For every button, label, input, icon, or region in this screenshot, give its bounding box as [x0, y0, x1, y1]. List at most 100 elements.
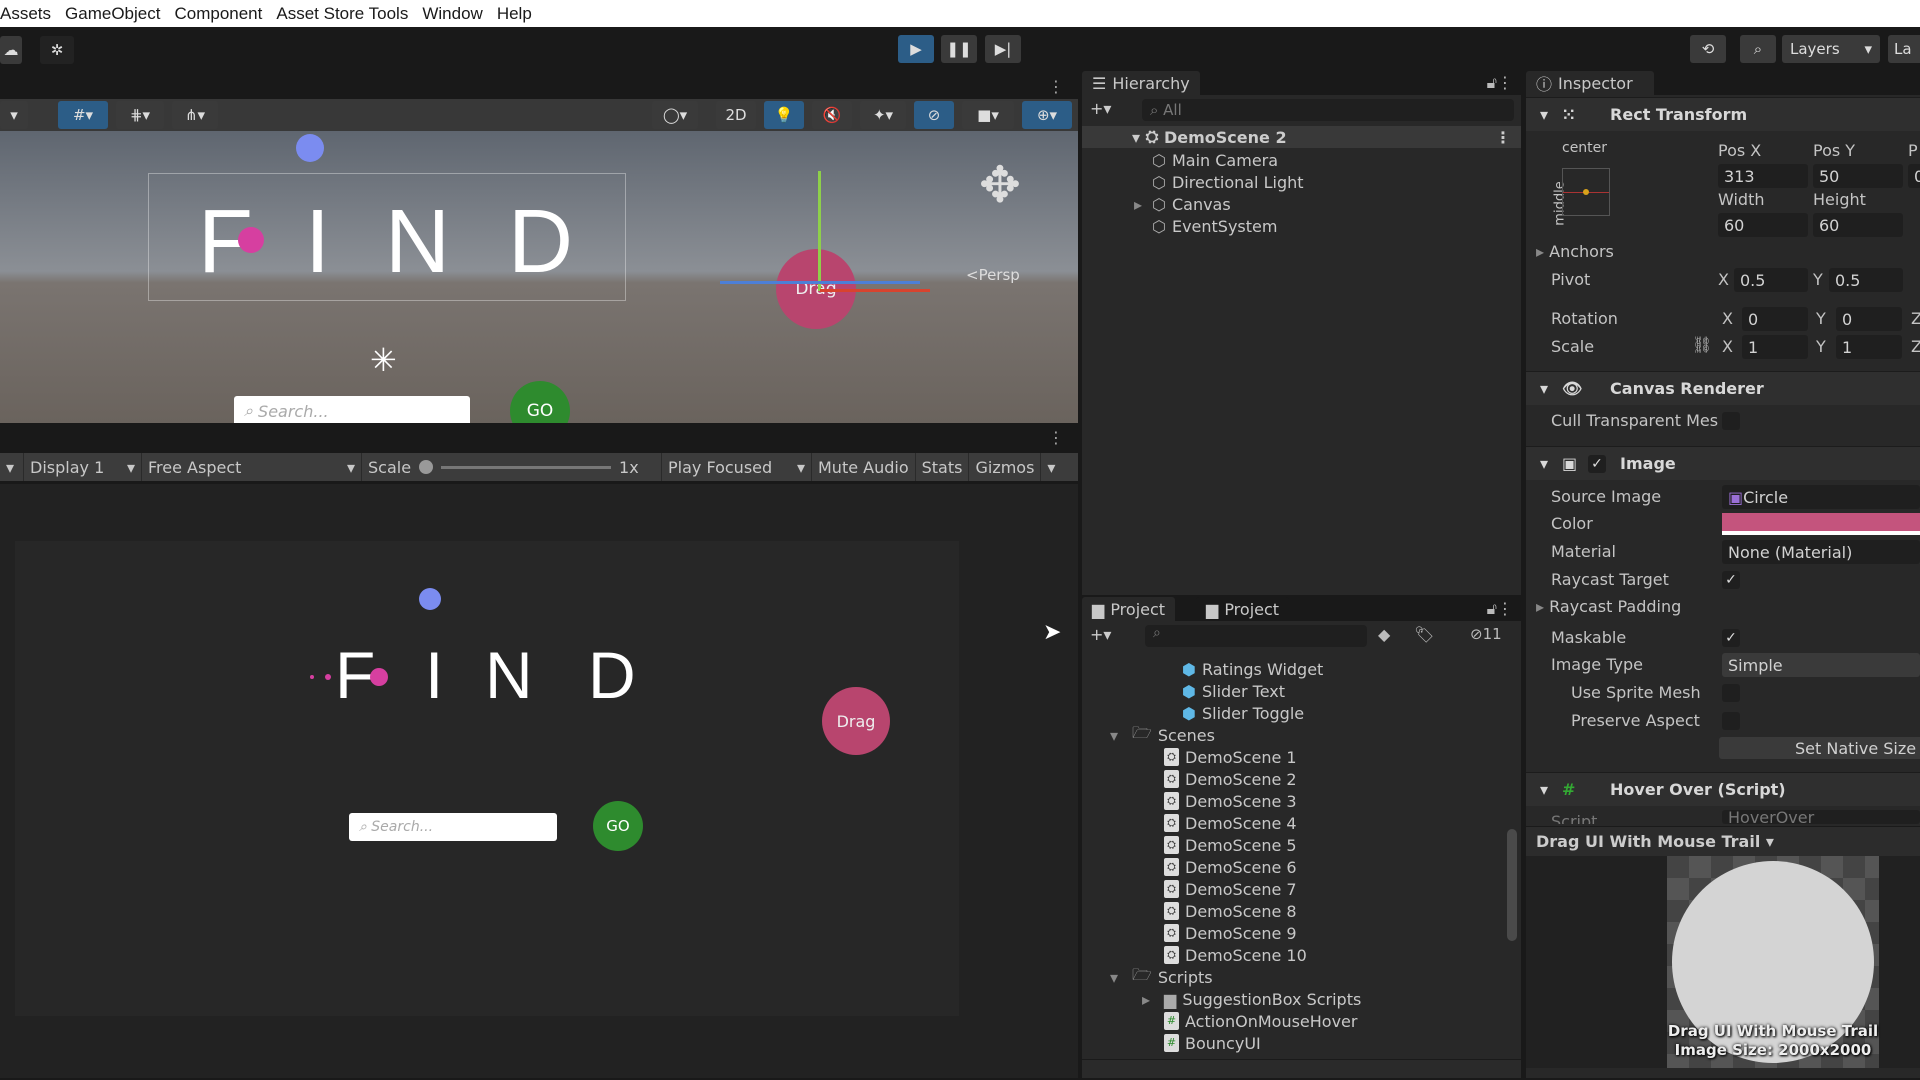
lock-icon[interactable]: 🔓︎ — [1487, 599, 1497, 619]
grid-snap-icon[interactable]: #▾ — [58, 101, 108, 129]
use-sprite-mesh-checkbox[interactable] — [1722, 684, 1740, 702]
collab-icon[interactable]: ✲ — [40, 36, 74, 64]
more-options-icon[interactable]: ⋮ — [1497, 73, 1513, 92]
constrain-proportions-icon[interactable]: ⛓ — [1692, 335, 1712, 354]
grid-visibility-icon[interactable]: ⋔▾ — [172, 101, 218, 129]
preview-header[interactable]: Drag UI With Mouse Trail ▾ — [1526, 826, 1920, 856]
effects-icon[interactable]: ✦▾ — [860, 101, 906, 129]
menu-component[interactable]: Component — [167, 4, 269, 24]
collapse-arrow-icon[interactable]: ▾ — [1110, 968, 1132, 987]
rect-transform-header[interactable]: ▾ ⁙ Rect Transform — [1526, 97, 1920, 131]
image-header[interactable]: ▾ ▣ ✓ Image — [1526, 446, 1920, 480]
project-item[interactable]: ⛭ DemoScene 4 — [1164, 812, 1297, 834]
project-item[interactable]: ▾ 🗁︎ Scripts — [1110, 965, 1213, 988]
project-item[interactable]: ⛭ DemoScene 2 — [1164, 768, 1297, 790]
material-field[interactable]: None (Material) — [1722, 540, 1920, 564]
perspective-label[interactable]: <Persp — [966, 266, 1020, 284]
expand-arrow-icon[interactable]: ▸ — [1134, 195, 1152, 214]
snap-increment-icon[interactable]: ⋕▾ — [116, 101, 164, 129]
go-button[interactable]: GO — [593, 801, 643, 851]
draw-mode-dropdown[interactable]: ▾ — [0, 101, 28, 129]
gizmos-button[interactable]: Gizmos — [969, 453, 1042, 481]
scrollbar[interactable] — [1506, 659, 1518, 1059]
shading-mode-dropdown[interactable]: ◯▾ — [652, 101, 698, 129]
cull-checkbox[interactable] — [1722, 412, 1740, 430]
pause-button[interactable]: ❚❚ — [941, 35, 977, 63]
search-icon[interactable]: ⌕ — [1740, 35, 1776, 63]
rotation-y-field[interactable]: 0 — [1836, 307, 1902, 331]
hierarchy-item[interactable]: ▸ ⬡ Canvas — [1134, 193, 1231, 215]
more-options-icon[interactable]: ⋮ — [1495, 128, 1511, 147]
drag-button[interactable]: Drag — [822, 687, 890, 755]
game-dropdown[interactable]: ▾ — [0, 453, 24, 481]
more-options-icon[interactable]: ⋮ — [1048, 428, 1064, 447]
tab-hierarchy[interactable]: ☰ Hierarchy — [1082, 71, 1200, 95]
canvas-renderer-header[interactable]: ▾ 👁︎ Canvas Renderer — [1526, 371, 1920, 405]
hierarchy-item[interactable]: ⬡ Main Camera — [1152, 149, 1278, 171]
menu-assets[interactable]: Assets — [0, 4, 58, 24]
mute-audio-button[interactable]: Mute Audio — [812, 453, 916, 481]
gizmos-icon[interactable]: ⊕▾ — [1022, 101, 1072, 129]
toggle-2d-button[interactable]: 2D — [716, 101, 756, 129]
anchor-presets-button[interactable] — [1562, 168, 1610, 216]
project-item[interactable]: ⛭ DemoScene 8 — [1164, 900, 1297, 922]
add-button[interactable]: +▾ — [1090, 99, 1111, 118]
expand-arrow-icon[interactable]: ▸ — [1142, 990, 1164, 1009]
audio-icon[interactable]: 🔇 — [812, 101, 852, 129]
rotation-x-field[interactable]: 0 — [1742, 307, 1808, 331]
label-icon[interactable]: 🏷︎ — [1414, 625, 1434, 644]
anchors-foldout[interactable]: ▸ Anchors — [1536, 242, 1614, 261]
game-canvas[interactable]: F I N D Drag ⌕ Search... GO — [15, 541, 959, 1016]
more-options-icon[interactable]: ⋮ — [1048, 77, 1064, 96]
more-options-icon[interactable]: ⋮ — [1497, 599, 1513, 618]
project-item[interactable]: # BouncyUI — [1164, 1032, 1261, 1054]
collapse-arrow-icon[interactable]: ▾ — [1110, 726, 1132, 745]
maskable-checkbox[interactable]: ✓ — [1722, 629, 1740, 647]
camera-icon[interactable]: ■▾ — [962, 101, 1014, 129]
scale-x-field[interactable]: 1 — [1742, 335, 1808, 359]
scale-slider[interactable]: Scale 1x — [362, 453, 662, 481]
preserve-aspect-checkbox[interactable] — [1722, 712, 1740, 730]
scene-root-row[interactable]: ▾ ⛭ DemoScene 2 ⋮ — [1082, 126, 1521, 148]
z-axis-handle[interactable] — [720, 281, 920, 284]
search-input[interactable]: ⌕ Search... — [349, 813, 557, 841]
project-item[interactable]: ⛭ DemoScene 5 — [1164, 834, 1297, 856]
gizmos-dropdown[interactable]: ▾ — [1041, 453, 1061, 481]
layers-dropdown[interactable]: Layers ▾ — [1782, 35, 1880, 63]
project-item[interactable]: ⛭ DemoScene 10 — [1164, 944, 1307, 966]
history-icon[interactable]: ⟲ — [1690, 35, 1726, 63]
menu-asset-store-tools[interactable]: Asset Store Tools — [269, 4, 415, 24]
project-item[interactable]: ⛭ DemoScene 9 — [1164, 922, 1297, 944]
posx-field[interactable]: 313 — [1718, 164, 1808, 188]
project-item[interactable]: ⬢ Slider Toggle — [1182, 702, 1304, 724]
hierarchy-search-input[interactable]: ⌕ All — [1142, 99, 1514, 121]
raycast-target-checkbox[interactable]: ✓ — [1722, 571, 1740, 589]
cloud-icon[interactable]: ☁ — [0, 36, 22, 64]
layout-dropdown[interactable]: La — [1888, 35, 1920, 63]
set-native-size-button[interactable]: Set Native Size — [1719, 737, 1920, 759]
scene-view[interactable]: F I N D Drag ✳ ⌕ Search... GO ✥ <Persp — [0, 131, 1078, 423]
width-field[interactable]: 60 — [1718, 213, 1808, 237]
project-search-input[interactable]: ⌕ — [1145, 625, 1367, 647]
project-item[interactable]: ⛭ DemoScene 6 — [1164, 856, 1297, 878]
posz-field[interactable]: 0 — [1908, 164, 1920, 188]
hierarchy-item[interactable]: ⬡ EventSystem — [1152, 215, 1277, 237]
posy-field[interactable]: 50 — [1813, 164, 1903, 188]
lock-icon[interactable]: 🔓︎ — [1487, 73, 1497, 93]
orientation-gizmo[interactable]: ✥ — [960, 156, 1040, 236]
menu-window[interactable]: Window — [415, 4, 489, 24]
slider-handle[interactable] — [419, 460, 434, 474]
project-item[interactable]: ⛭ DemoScene 3 — [1164, 790, 1297, 812]
hover-over-header[interactable]: ▾ # Hover Over (Script) — [1526, 772, 1920, 806]
lighting-icon[interactable]: 💡 — [764, 101, 804, 129]
tab-project[interactable]: ▆ Project — [1082, 597, 1176, 621]
scrollbar-thumb[interactable] — [1507, 829, 1517, 941]
x-axis-handle[interactable] — [820, 289, 930, 292]
project-item[interactable]: ⬢ Ratings Widget — [1182, 658, 1323, 680]
project-item[interactable]: ⬢ Slider Text — [1182, 680, 1285, 702]
scale-y-field[interactable]: 1 — [1836, 335, 1902, 359]
step-button[interactable]: ▶| — [985, 35, 1021, 63]
display-dropdown[interactable]: Display 1 ▾ — [24, 453, 142, 481]
raycast-padding-foldout[interactable]: ▸ Raycast Padding — [1536, 597, 1681, 616]
image-enabled-checkbox[interactable]: ✓ — [1588, 454, 1607, 473]
